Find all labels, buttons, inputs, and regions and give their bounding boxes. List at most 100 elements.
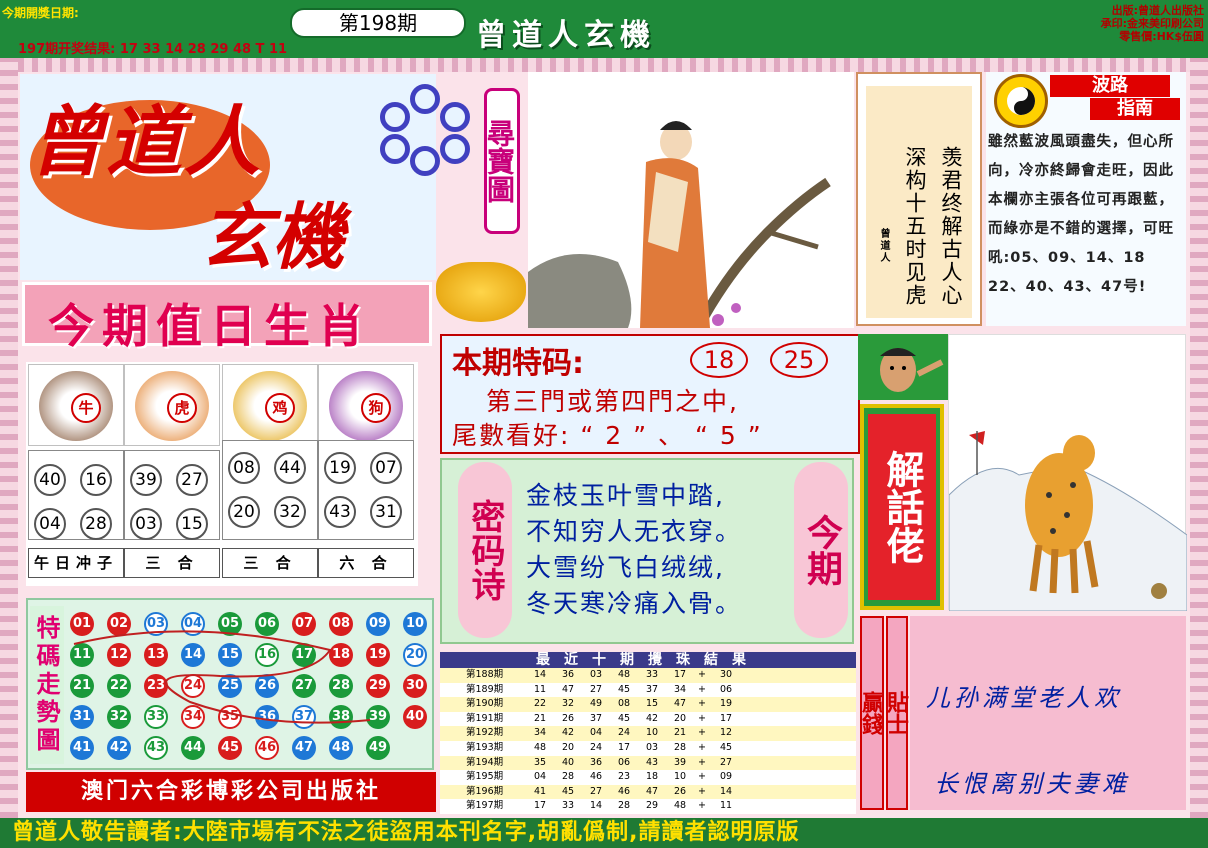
- result-value: 45: [618, 712, 631, 724]
- result-value: 10: [646, 727, 659, 739]
- result-value: +: [698, 712, 706, 724]
- result-value: 34: [674, 683, 687, 695]
- result-value: 48: [618, 669, 631, 680]
- result-value: 18: [646, 771, 659, 783]
- result-value: 30: [720, 669, 733, 680]
- code-poem-text: 金枝玉叶雪中踏, 不知穷人无衣穿。 大雪纷飞白绒绒, 冬天寒冷痛入骨。: [526, 478, 742, 622]
- result-value: 24: [618, 727, 631, 739]
- results-table-row: 第192期 34 42 04 24 10 21 +12: [440, 726, 856, 741]
- zodiac-animal-name: 鸡: [265, 393, 295, 423]
- result-value: 06: [618, 756, 631, 768]
- zodiac-number: 08: [228, 452, 260, 484]
- results-table-row: 第188期 14 36 03 48 33 17 +30: [440, 668, 856, 683]
- result-value: +: [698, 800, 706, 812]
- trend-chart-label: 特碼走勢圖: [30, 606, 64, 764]
- result-value: 28: [674, 742, 687, 753]
- banner-title: 曾道人玄機: [476, 18, 656, 53]
- floral-border-right: [1190, 58, 1208, 818]
- result-value: 11: [720, 800, 733, 812]
- tip-line-1: 儿孙满堂老人欢: [926, 684, 1122, 712]
- code-poem-line: 冬天寒冷痛入骨。: [526, 589, 743, 618]
- leopard-painting: [948, 334, 1188, 612]
- result-value: +: [698, 742, 706, 753]
- result-issue: 第190期: [466, 698, 504, 710]
- result-value: 46: [590, 771, 603, 783]
- result-issue: 第191期: [466, 712, 504, 724]
- result-value: 49: [590, 698, 603, 710]
- zodiac-number: 44: [274, 452, 306, 484]
- zodiac-relation-label: 三 合: [222, 548, 318, 578]
- result-value: 36: [590, 756, 603, 768]
- result-issue: 第188期: [466, 669, 504, 680]
- result-value: 15: [646, 698, 659, 710]
- result-value: 20: [562, 742, 575, 753]
- result-value: 32: [562, 698, 575, 710]
- results-table-row: 第189期 11 47 27 45 37 34 +06: [440, 682, 856, 698]
- result-value: 14: [534, 669, 547, 680]
- result-value: 47: [646, 785, 659, 797]
- result-value: +: [698, 756, 706, 768]
- code-poem-line: 金枝玉叶雪中踏,: [526, 481, 725, 510]
- result-value: 37: [646, 683, 659, 695]
- result-value: 27: [720, 756, 733, 768]
- zodiac-relation-label: 三 合: [124, 548, 220, 578]
- zodiac-heading: 今期值日生肖: [48, 299, 372, 353]
- result-value: 48: [534, 742, 547, 753]
- result-value: 14: [590, 800, 603, 812]
- result-value: 43: [646, 756, 659, 768]
- tip-line-2: 长恨离别夫妻难: [934, 770, 1130, 798]
- tips-label: 貼士: [883, 616, 908, 810]
- result-issue: 第195期: [466, 771, 504, 783]
- result-value: 17: [674, 669, 687, 680]
- zodiac-relation-label: 六 合: [318, 548, 414, 578]
- issue-number: 第198期: [290, 8, 466, 38]
- zodiac-image-cell: 狗: [318, 364, 414, 446]
- wave-guide-subtitle: 指南: [1090, 98, 1180, 120]
- result-value: 46: [618, 785, 631, 797]
- result-value: 41: [534, 785, 547, 797]
- result-value: 14: [720, 785, 733, 797]
- result-value: 40: [562, 756, 575, 768]
- result-issue: 第194期: [466, 756, 504, 768]
- result-value: 20: [674, 712, 687, 724]
- lady-painting: [528, 72, 854, 331]
- result-value: 33: [562, 800, 575, 812]
- result-value: 23: [618, 771, 631, 783]
- zodiac-image-cell: 牛: [28, 364, 124, 446]
- gold-ingot-icon: [436, 262, 526, 322]
- result-issue: 第193期: [466, 742, 504, 753]
- special-number-1: 18: [690, 342, 748, 378]
- previous-result: 197期开奖结果: 17 33 14 28 29 48 T 11: [18, 42, 288, 57]
- macau-publisher: 澳门六合彩博彩公司出版社: [26, 772, 436, 812]
- zodiac-number: 31: [370, 496, 402, 528]
- result-value: 37: [590, 712, 603, 724]
- result-value: 47: [562, 683, 575, 695]
- zodiac-number: 16: [80, 464, 112, 496]
- result-value: 09: [720, 771, 733, 783]
- result-value: 04: [534, 771, 547, 783]
- poem-signature: 曾道人: [878, 228, 889, 264]
- special-tail-hint: 尾數看好: “ 2 ” 、 “ 5 ”: [452, 421, 763, 450]
- result-value: 26: [674, 785, 687, 797]
- zodiac-number: 07: [370, 452, 402, 484]
- result-value: 24: [590, 742, 603, 753]
- zodiac-number: 39: [130, 464, 162, 496]
- treasure-map-label: 尋寶圖: [483, 88, 520, 234]
- zodiac-number: 32: [274, 496, 306, 528]
- code-poem-line: 大雪纷飞白绒绒,: [526, 553, 725, 582]
- trend-line: [73, 630, 371, 724]
- zodiac-relation-label: 午日冲子: [28, 548, 124, 578]
- draw-date-label: 今期開獎日期:: [2, 6, 79, 20]
- result-value: +: [698, 727, 706, 739]
- zodiac-animal-image: 狗: [329, 371, 403, 441]
- results-table-row: 第196期 41 45 27 46 47 26 +14: [440, 784, 856, 800]
- special-code-title: 本期特码:: [452, 346, 584, 381]
- zodiac-number: 27: [176, 464, 208, 496]
- result-value: 22: [534, 698, 547, 710]
- result-value: 36: [562, 669, 575, 680]
- result-value: 04: [590, 727, 603, 739]
- result-value: 21: [674, 727, 687, 739]
- special-door-hint: 第三門或第四門之中,: [486, 387, 739, 416]
- result-value: +: [698, 771, 706, 783]
- zodiac-number: 19: [324, 452, 356, 484]
